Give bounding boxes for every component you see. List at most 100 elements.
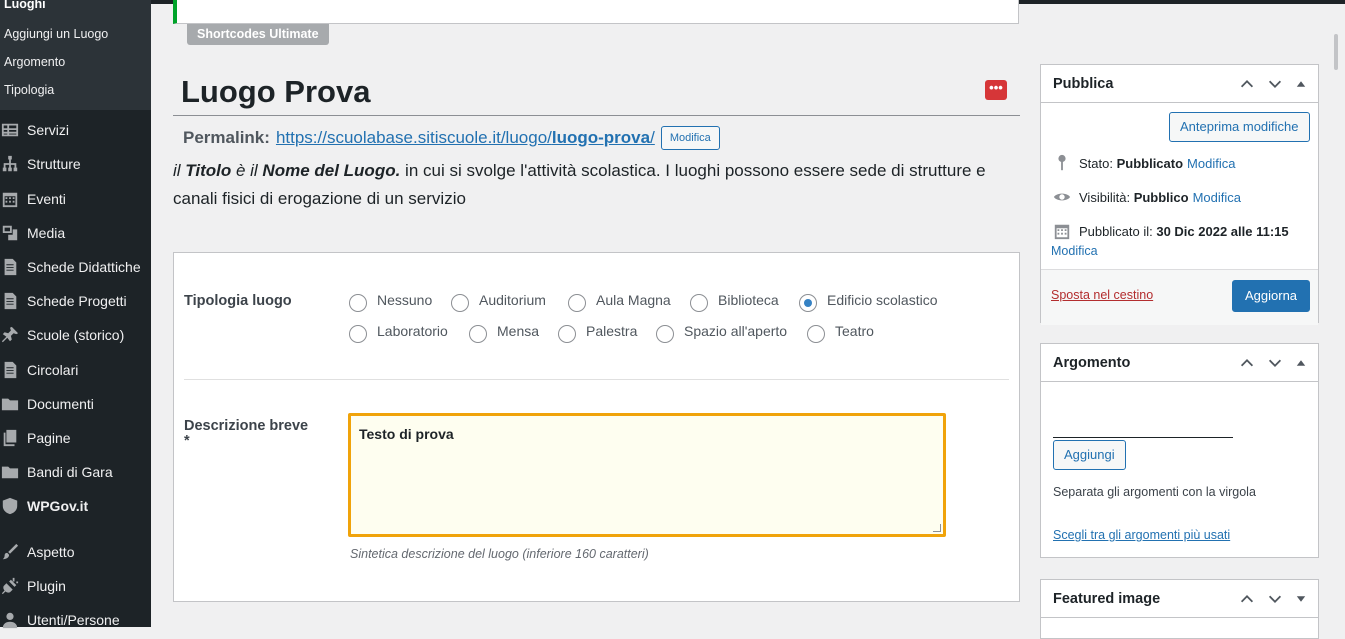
argomento-input[interactable] [1053, 416, 1233, 438]
radio-laboratorio[interactable]: Laboratorio [349, 322, 448, 343]
admin-sidebar: Luoghi Aggiungi un Luogo Argomento Tipol… [0, 0, 151, 629]
sidebar-item-label: Bandi di Gara [27, 464, 113, 480]
sidebar-item-pagine[interactable]: Pagine [0, 421, 151, 455]
move-to-trash-link[interactable]: Sposta nel cestino [1051, 288, 1153, 302]
descrizione-label: Descrizione breve * [184, 418, 309, 449]
sidebar-item-bandi[interactable]: Bandi di Gara [0, 455, 151, 489]
sidebar-item-label: Strutture [27, 156, 81, 172]
radio-aula-magna[interactable]: Aula Magna [568, 291, 671, 312]
sidebar-item-plugin[interactable]: Plugin [0, 569, 151, 603]
preview-changes-button[interactable]: Anteprima modifiche [1169, 112, 1310, 142]
radio-biblioteca[interactable]: Biblioteca [690, 291, 779, 312]
published-date-row: Pubblicato il: 30 Dic 2022 alle 11:15 [1053, 222, 1289, 240]
sidebar-item-label: Pagine [27, 430, 71, 446]
notice-box [173, 0, 1019, 24]
pin-icon [0, 326, 27, 344]
shield-icon [0, 497, 27, 515]
radio-mensa[interactable]: Mensa [469, 322, 539, 343]
sidebar-item-media[interactable]: Media [0, 216, 151, 250]
move-up-icon[interactable] [1238, 75, 1256, 97]
move-down-icon[interactable] [1266, 590, 1284, 612]
brush-icon [0, 543, 27, 561]
radio-auditorium[interactable]: Auditorium [451, 291, 546, 312]
permalink-link[interactable]: https://scuolabase.sitiscuole.it/luogo/l… [276, 128, 655, 148]
pin-icon [1058, 154, 1066, 171]
expand-icon[interactable] [1294, 590, 1308, 612]
visibility-row: Visibilità: Pubblico Modifica [1053, 188, 1241, 206]
resize-handle-icon[interactable] [933, 524, 941, 532]
eye-icon [1053, 193, 1071, 201]
descrizione-hint: Sintetica descrizione del luogo (inferio… [350, 547, 649, 561]
sidebar-item-aspetto[interactable]: Aspetto [0, 535, 151, 569]
radio-edificio-scolastico[interactable]: Edificio scolastico [799, 291, 938, 312]
sidebar-item-label: Media [27, 225, 66, 241]
collapse-icon[interactable] [1294, 75, 1308, 97]
move-up-icon[interactable] [1238, 354, 1256, 376]
sidebar-item-label: Plugin [27, 578, 66, 594]
visibility-edit-link[interactable]: Modifica [1193, 190, 1241, 205]
permalink-label: Permalink: [183, 128, 270, 147]
sidebar-item-servizi[interactable]: Servizi [0, 113, 151, 147]
more-options-icon[interactable]: ••• [985, 80, 1007, 100]
argomento-title: Argomento [1053, 354, 1131, 371]
radio-nessuno[interactable]: Nessuno [349, 291, 432, 312]
sidebar-item-label: Scuole (storico) [27, 327, 125, 343]
collapse-icon[interactable] [1294, 354, 1308, 376]
page-scrollbar[interactable] [1328, 4, 1345, 627]
move-down-icon[interactable] [1266, 354, 1284, 376]
sidebar-item-wpgov[interactable]: WPGov.it [0, 489, 151, 523]
sidebar-item-schede-progetti[interactable]: Schede Progetti [0, 284, 151, 318]
argomento-panel-header[interactable]: Argomento [1041, 344, 1318, 382]
submenu-aggiungi-luogo[interactable]: Aggiungi un Luogo [0, 20, 151, 48]
published-date-edit-link[interactable]: Modifica [1051, 244, 1098, 258]
publish-panel-header[interactable]: Pubblica [1041, 65, 1318, 103]
sidebar-item-label: Circolari [27, 362, 79, 378]
post-description: il Titolo è il Nome del Luogo. in cui si… [173, 157, 1003, 213]
radio-teatro[interactable]: Teatro [807, 322, 874, 343]
submenu-tipologia[interactable]: Tipologia [0, 76, 151, 104]
descrizione-value: Testo di prova [359, 426, 454, 442]
desc-part1: il [173, 161, 186, 180]
move-up-icon[interactable] [1238, 590, 1256, 612]
calendar-icon [0, 190, 27, 208]
luoghi-submenu: Luoghi Aggiungi un Luogo Argomento Tipol… [0, 0, 151, 110]
radio-palestra[interactable]: Palestra [558, 322, 637, 343]
sidebar-item-utenti[interactable]: Utenti/Persone [0, 603, 151, 637]
media-icon [0, 224, 27, 242]
calendar-icon [1054, 224, 1070, 240]
descrizione-breve-textarea[interactable]: Testo di prova [348, 413, 946, 537]
post-title-input[interactable]: Luogo Prova [173, 70, 1020, 116]
sidebar-item-strutture[interactable]: Strutture [0, 147, 151, 181]
document-icon [0, 361, 27, 379]
folder-icon [0, 463, 27, 481]
sidebar-item-documenti[interactable]: Documenti [0, 387, 151, 421]
submenu-luoghi[interactable]: Luoghi [0, 0, 151, 10]
status-row: Stato: Pubblicato Modifica [1053, 154, 1235, 172]
sidebar-item-circolari[interactable]: Circolari [0, 353, 151, 387]
popular-argomenti-link[interactable]: Scegli tra gli argomenti più usati [1053, 528, 1230, 542]
move-down-icon[interactable] [1266, 75, 1284, 97]
featured-image-title: Featured image [1053, 590, 1161, 607]
sidebar-item-eventi[interactable]: Eventi [0, 182, 151, 216]
shortcodes-ultimate-button[interactable]: Shortcodes Ultimate [187, 24, 329, 45]
update-button[interactable]: Aggiorna [1232, 280, 1311, 312]
add-argomento-button[interactable]: Aggiungi [1053, 440, 1126, 470]
sitemap-icon [0, 155, 27, 173]
permalink-edit-button[interactable]: Modifica [660, 126, 720, 150]
sidebar-item-label: Aspetto [27, 544, 75, 560]
sidebar-item-scuole[interactable]: Scuole (storico) [0, 318, 151, 352]
radio-spazio-aperto[interactable]: Spazio all'aperto [656, 322, 787, 343]
luogo-metabox: Tipologia luogo Nessuno Auditorium Aula … [173, 252, 1020, 602]
featured-image-panel: Featured image [1040, 579, 1319, 639]
document-icon [0, 292, 27, 310]
sidebar-item-schede-didattiche[interactable]: Schede Didattiche [0, 250, 151, 284]
featured-image-panel-header[interactable]: Featured image [1041, 580, 1318, 618]
folder-icon [0, 395, 27, 413]
scrollbar-thumb[interactable] [1334, 34, 1338, 70]
submenu-argomento[interactable]: Argomento [0, 48, 151, 76]
status-edit-link[interactable]: Modifica [1187, 156, 1235, 171]
permalink-row: Permalink: https://scuolabase.sitiscuole… [183, 125, 720, 151]
desc-nome: Nome del Luogo. [262, 161, 401, 180]
desc-part2: è il [231, 161, 263, 180]
sidebar-item-label: Schede Didattiche [27, 259, 141, 275]
